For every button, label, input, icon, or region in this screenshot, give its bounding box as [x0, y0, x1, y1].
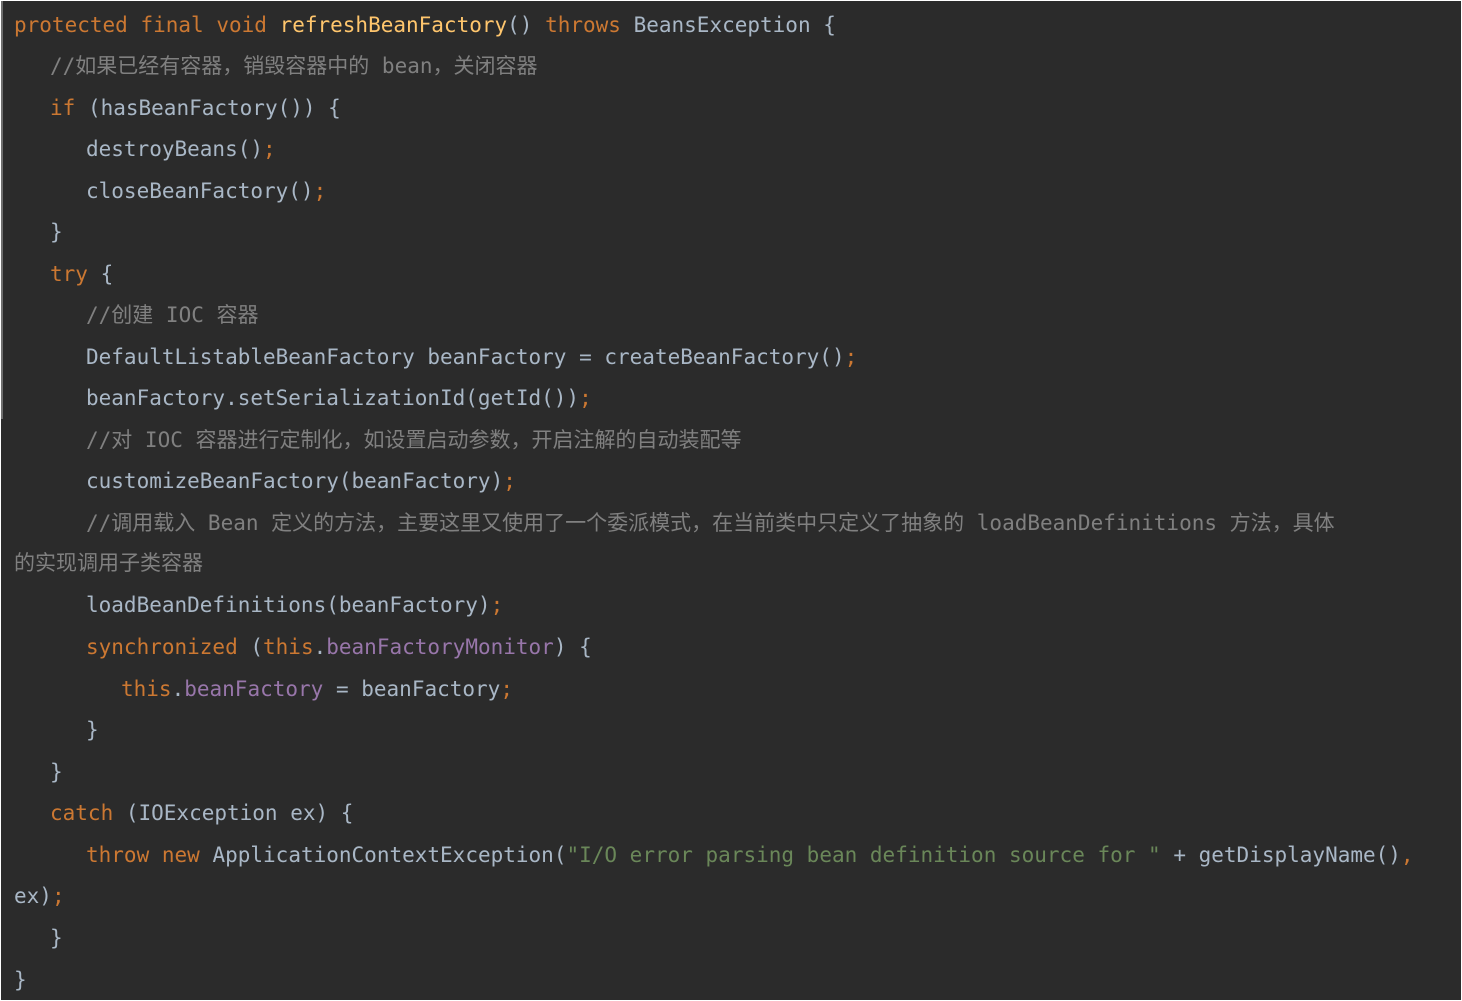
code-token: } — [50, 220, 63, 244]
code-token: closeBeanFactory() — [86, 179, 314, 203]
code-token: this — [263, 635, 314, 659]
code-line: protected final void refreshBeanFactory(… — [14, 10, 836, 40]
code-token: loadBeanDefinitions(beanFactory) — [86, 593, 491, 617]
code-token: throw — [86, 843, 150, 867]
code-token: { — [87, 262, 114, 286]
code-line: //如果已经有容器，销毁容器中的 bean，关闭容器 — [50, 51, 538, 81]
code-token: (IOException ex) { — [113, 801, 354, 825]
code-block-left-border — [1, 1, 3, 419]
code-token: , — [1400, 843, 1414, 867]
code-token: } — [50, 760, 63, 784]
code-token: ; — [503, 469, 516, 493]
code-token: ; — [579, 386, 592, 410]
code-line: destroyBeans(); — [86, 134, 276, 164]
code-token: refreshBeanFactory — [279, 13, 508, 37]
code-line: //对 IOC 容器进行定制化，如设置启动参数，开启注解的自动装配等 — [86, 425, 742, 455]
code-token: "I/O error parsing bean definition sourc… — [566, 843, 1161, 867]
code-line: closeBeanFactory(); — [86, 176, 326, 206]
code-token: ; — [313, 179, 327, 203]
code-token: + getDisplayName() — [1160, 843, 1401, 867]
code-line: this.beanFactory = beanFactory; — [121, 674, 513, 704]
code-token: ; — [500, 677, 513, 701]
code-token: protected — [14, 13, 128, 37]
code-token: DefaultListableBeanFactory beanFactory =… — [86, 345, 845, 369]
code-line: //调用载入 Bean 定义的方法，主要这里又使用了一个委派模式，在当前类中只定… — [86, 508, 1335, 538]
code-token: ( — [237, 635, 264, 659]
code-token: . — [171, 677, 185, 701]
code-line: //创建 IOC 容器 — [86, 300, 259, 330]
code-line: throw new ApplicationContextException("I… — [86, 840, 1414, 870]
code-token: try — [50, 262, 88, 286]
code-token: ; — [51, 884, 65, 908]
code-token: ex) — [14, 884, 52, 908]
code-line: } — [50, 757, 63, 787]
code-block: protected final void refreshBeanFactory(… — [1, 1, 1461, 1000]
code-token: (hasBeanFactory()) { — [75, 96, 341, 120]
code-token: synchronized — [86, 635, 238, 659]
code-token: new — [161, 843, 200, 867]
code-token: ; — [490, 593, 504, 617]
code-line: customizeBeanFactory(beanFactory); — [86, 466, 516, 496]
code-line: } — [50, 217, 63, 247]
code-line: 的实现调用子类容器 — [14, 548, 203, 578]
code-token: //调用载入 Bean 定义的方法，主要这里又使用了一个委派模式，在当前类中只定… — [86, 511, 1335, 535]
code-token: } — [50, 926, 63, 950]
code-token: ) { — [553, 635, 592, 659]
code-token: = beanFactory — [323, 677, 501, 701]
code-token: this — [121, 677, 172, 701]
code-line: synchronized (this.beanFactoryMonitor) { — [86, 632, 592, 662]
code-token: } — [14, 968, 27, 992]
code-token: beanFactory — [184, 677, 324, 701]
code-token: ; — [263, 137, 276, 161]
code-line: } — [14, 965, 27, 995]
code-token: } — [86, 718, 99, 742]
code-token: beanFactoryMonitor — [326, 635, 554, 659]
code-line: } — [86, 715, 99, 745]
code-token: () — [507, 13, 546, 37]
code-token: . — [313, 635, 327, 659]
code-line: if (hasBeanFactory()) { — [50, 93, 341, 123]
code-token: //创建 IOC 容器 — [86, 303, 259, 327]
code-line: loadBeanDefinitions(beanFactory); — [86, 590, 503, 620]
code-token: void — [216, 13, 267, 37]
code-token: catch — [50, 801, 114, 825]
code-token: 的实现调用子类容器 — [14, 551, 203, 575]
code-token: //如果已经有容器，销毁容器中的 bean，关闭容器 — [50, 54, 538, 78]
code-token: final — [140, 13, 204, 37]
code-line: } — [50, 923, 63, 953]
code-line: beanFactory.setSerializationId(getId()); — [86, 383, 592, 413]
code-token: if — [50, 96, 76, 120]
code-token: ApplicationContextException( — [199, 843, 567, 867]
code-token: beanFactory.setSerializationId(getId()) — [86, 386, 580, 410]
code-token: throws — [545, 13, 621, 37]
code-token: //对 IOC 容器进行定制化，如设置启动参数，开启注解的自动装配等 — [86, 428, 742, 452]
code-line: ex); — [14, 881, 65, 911]
code-token: BeansException { — [620, 13, 836, 37]
code-line: try { — [50, 259, 113, 289]
code-line: catch (IOException ex) { — [50, 798, 353, 828]
code-token: customizeBeanFactory(beanFactory) — [86, 469, 504, 493]
code-token: destroyBeans() — [86, 137, 264, 161]
code-line: DefaultListableBeanFactory beanFactory =… — [86, 342, 857, 372]
code-token: ; — [844, 345, 858, 369]
